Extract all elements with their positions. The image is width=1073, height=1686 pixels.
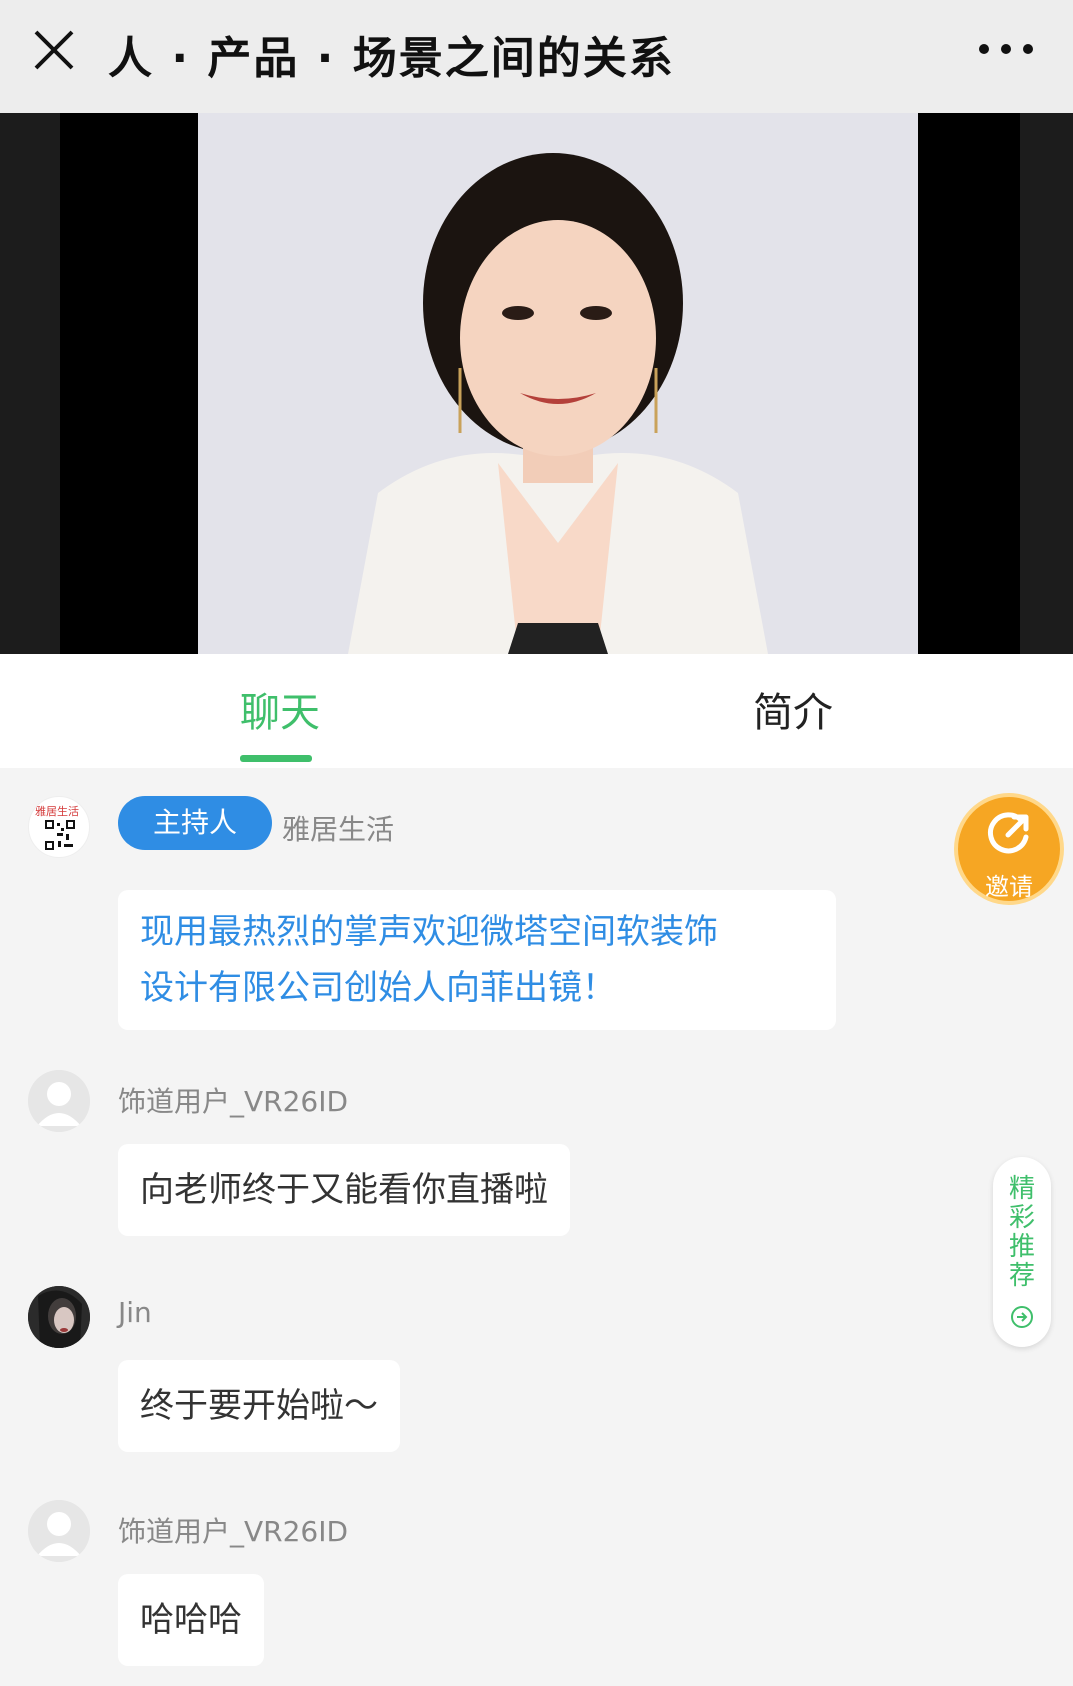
page-title: 人 · 产品 · 场景之间的关系 bbox=[108, 33, 675, 84]
share-arrow-icon bbox=[988, 812, 1029, 854]
chat-message: 饰道用户_VR26ID 向老师终于又能看你直播啦 bbox=[0, 1070, 1073, 1240]
host-logo-text: 雅居生活 bbox=[35, 805, 79, 818]
message-bubble: 哈哈哈 bbox=[118, 1574, 264, 1666]
user-avatar[interactable] bbox=[28, 1070, 90, 1132]
arrow-right-circle-icon bbox=[1011, 1306, 1033, 1328]
user-avatar[interactable] bbox=[28, 1500, 90, 1562]
chat-list[interactable]: 雅居生活 主持人 雅居生活 现用最热烈的掌声欢迎微塔空间软装饰 设计有限公司创始… bbox=[0, 768, 1073, 1686]
chat-message: Jin 终于要开始啦～ bbox=[0, 1286, 1073, 1456]
message-text-line: 设计有限公司创始人向菲出镜！ bbox=[140, 968, 616, 1008]
tab-chat[interactable]: 聊天 bbox=[240, 680, 320, 738]
close-icon[interactable] bbox=[32, 28, 76, 72]
more-icon[interactable] bbox=[979, 44, 1033, 56]
host-avatar[interactable]: 雅居生活 bbox=[28, 796, 90, 858]
sender-name: 饰道用户_VR26ID bbox=[118, 1085, 349, 1118]
qr-code-icon bbox=[44, 819, 76, 851]
user-avatar[interactable] bbox=[28, 1286, 90, 1348]
tab-bar: 聊天 简介 bbox=[0, 654, 1073, 768]
recommend-button[interactable]: 精彩推荐 bbox=[993, 1157, 1051, 1347]
active-tab-indicator bbox=[240, 755, 312, 762]
live-video-player[interactable] bbox=[0, 113, 1073, 654]
chat-message: 雅居生活 主持人 雅居生活 现用最热烈的掌声欢迎微塔空间软装饰 设计有限公司创始… bbox=[0, 782, 1073, 1032]
message-bubble: 现用最热烈的掌声欢迎微塔空间软装饰 设计有限公司创始人向菲出镜！ bbox=[118, 890, 836, 1030]
invite-button[interactable]: 邀请 bbox=[954, 793, 1064, 905]
photo-avatar bbox=[28, 1286, 90, 1348]
default-user-icon bbox=[28, 1500, 90, 1562]
invite-label: 邀请 bbox=[985, 873, 1033, 901]
sender-name: 雅居生活 bbox=[282, 813, 395, 846]
host-badge: 主持人 bbox=[118, 796, 272, 850]
top-bar: 人 · 产品 · 场景之间的关系 bbox=[0, 0, 1073, 113]
sender-name: Jin bbox=[118, 1296, 152, 1329]
message-bubble: 终于要开始啦～ bbox=[118, 1360, 400, 1452]
default-user-icon bbox=[28, 1070, 90, 1132]
message-bubble: 向老师终于又能看你直播啦 bbox=[118, 1144, 570, 1236]
video-frame bbox=[198, 113, 918, 654]
recommend-label: 精彩推荐 bbox=[1008, 1174, 1035, 1291]
sender-name: 饰道用户_VR26ID bbox=[118, 1515, 349, 1548]
message-text-line: 现用最热烈的掌声欢迎微塔空间软装饰 bbox=[140, 912, 718, 952]
chat-message: 饰道用户_VR26ID 哈哈哈 bbox=[0, 1500, 1073, 1670]
tab-intro[interactable]: 简介 bbox=[753, 680, 833, 738]
